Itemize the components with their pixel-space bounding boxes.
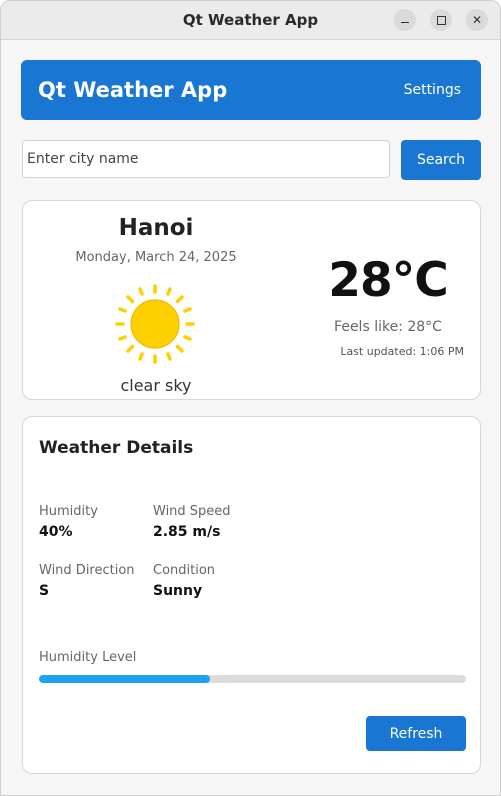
weather-details-card: Weather Details Humidity 40% Wind Speed … <box>22 416 481 774</box>
maximize-icon[interactable] <box>430 9 452 31</box>
current-weather-card: Hanoi Monday, March 24, 2025 clear sky 2… <box>22 200 481 400</box>
city-name: Hanoi <box>118 215 194 241</box>
humidity-value: 40% <box>39 524 73 540</box>
condition-value: Sunny <box>153 583 203 599</box>
humidity-progress-fill <box>39 675 210 683</box>
refresh-button[interactable]: Refresh <box>366 716 466 751</box>
condition-description: clear sky <box>120 376 192 395</box>
last-updated: Last updated: 1:06 PM <box>340 345 464 358</box>
wind-direction-label: Wind Direction <box>39 563 135 578</box>
wind-speed-value: 2.85 m/s <box>153 524 221 540</box>
sun-disc <box>130 299 180 349</box>
wind-speed-label: Wind Speed <box>153 504 231 519</box>
app-window: Qt Weather App ✕ Qt Weather App Settings… <box>0 0 501 796</box>
temperature: 28°C <box>328 253 448 308</box>
current-date: Monday, March 24, 2025 <box>75 250 237 265</box>
settings-button[interactable]: Settings <box>404 60 461 120</box>
title-bar[interactable]: Qt Weather App ✕ <box>1 1 500 40</box>
wind-direction-value: S <box>39 583 50 599</box>
condition-label: Condition <box>153 563 216 578</box>
app-header: Qt Weather App Settings <box>21 60 481 120</box>
humidity-progress-bar <box>39 675 466 683</box>
humidity-label: Humidity <box>39 504 98 519</box>
app-title: Qt Weather App <box>38 78 228 102</box>
feels-like: Feels like: 28°C <box>334 319 442 335</box>
details-title: Weather Details <box>39 438 194 458</box>
minimize-icon[interactable] <box>394 9 416 31</box>
search-button[interactable]: Search <box>401 140 481 180</box>
window-title: Qt Weather App <box>182 11 319 29</box>
close-icon[interactable]: ✕ <box>466 9 488 31</box>
humidity-level-label: Humidity Level <box>39 650 137 665</box>
city-search-input[interactable] <box>22 140 390 178</box>
sun-icon <box>115 284 195 364</box>
